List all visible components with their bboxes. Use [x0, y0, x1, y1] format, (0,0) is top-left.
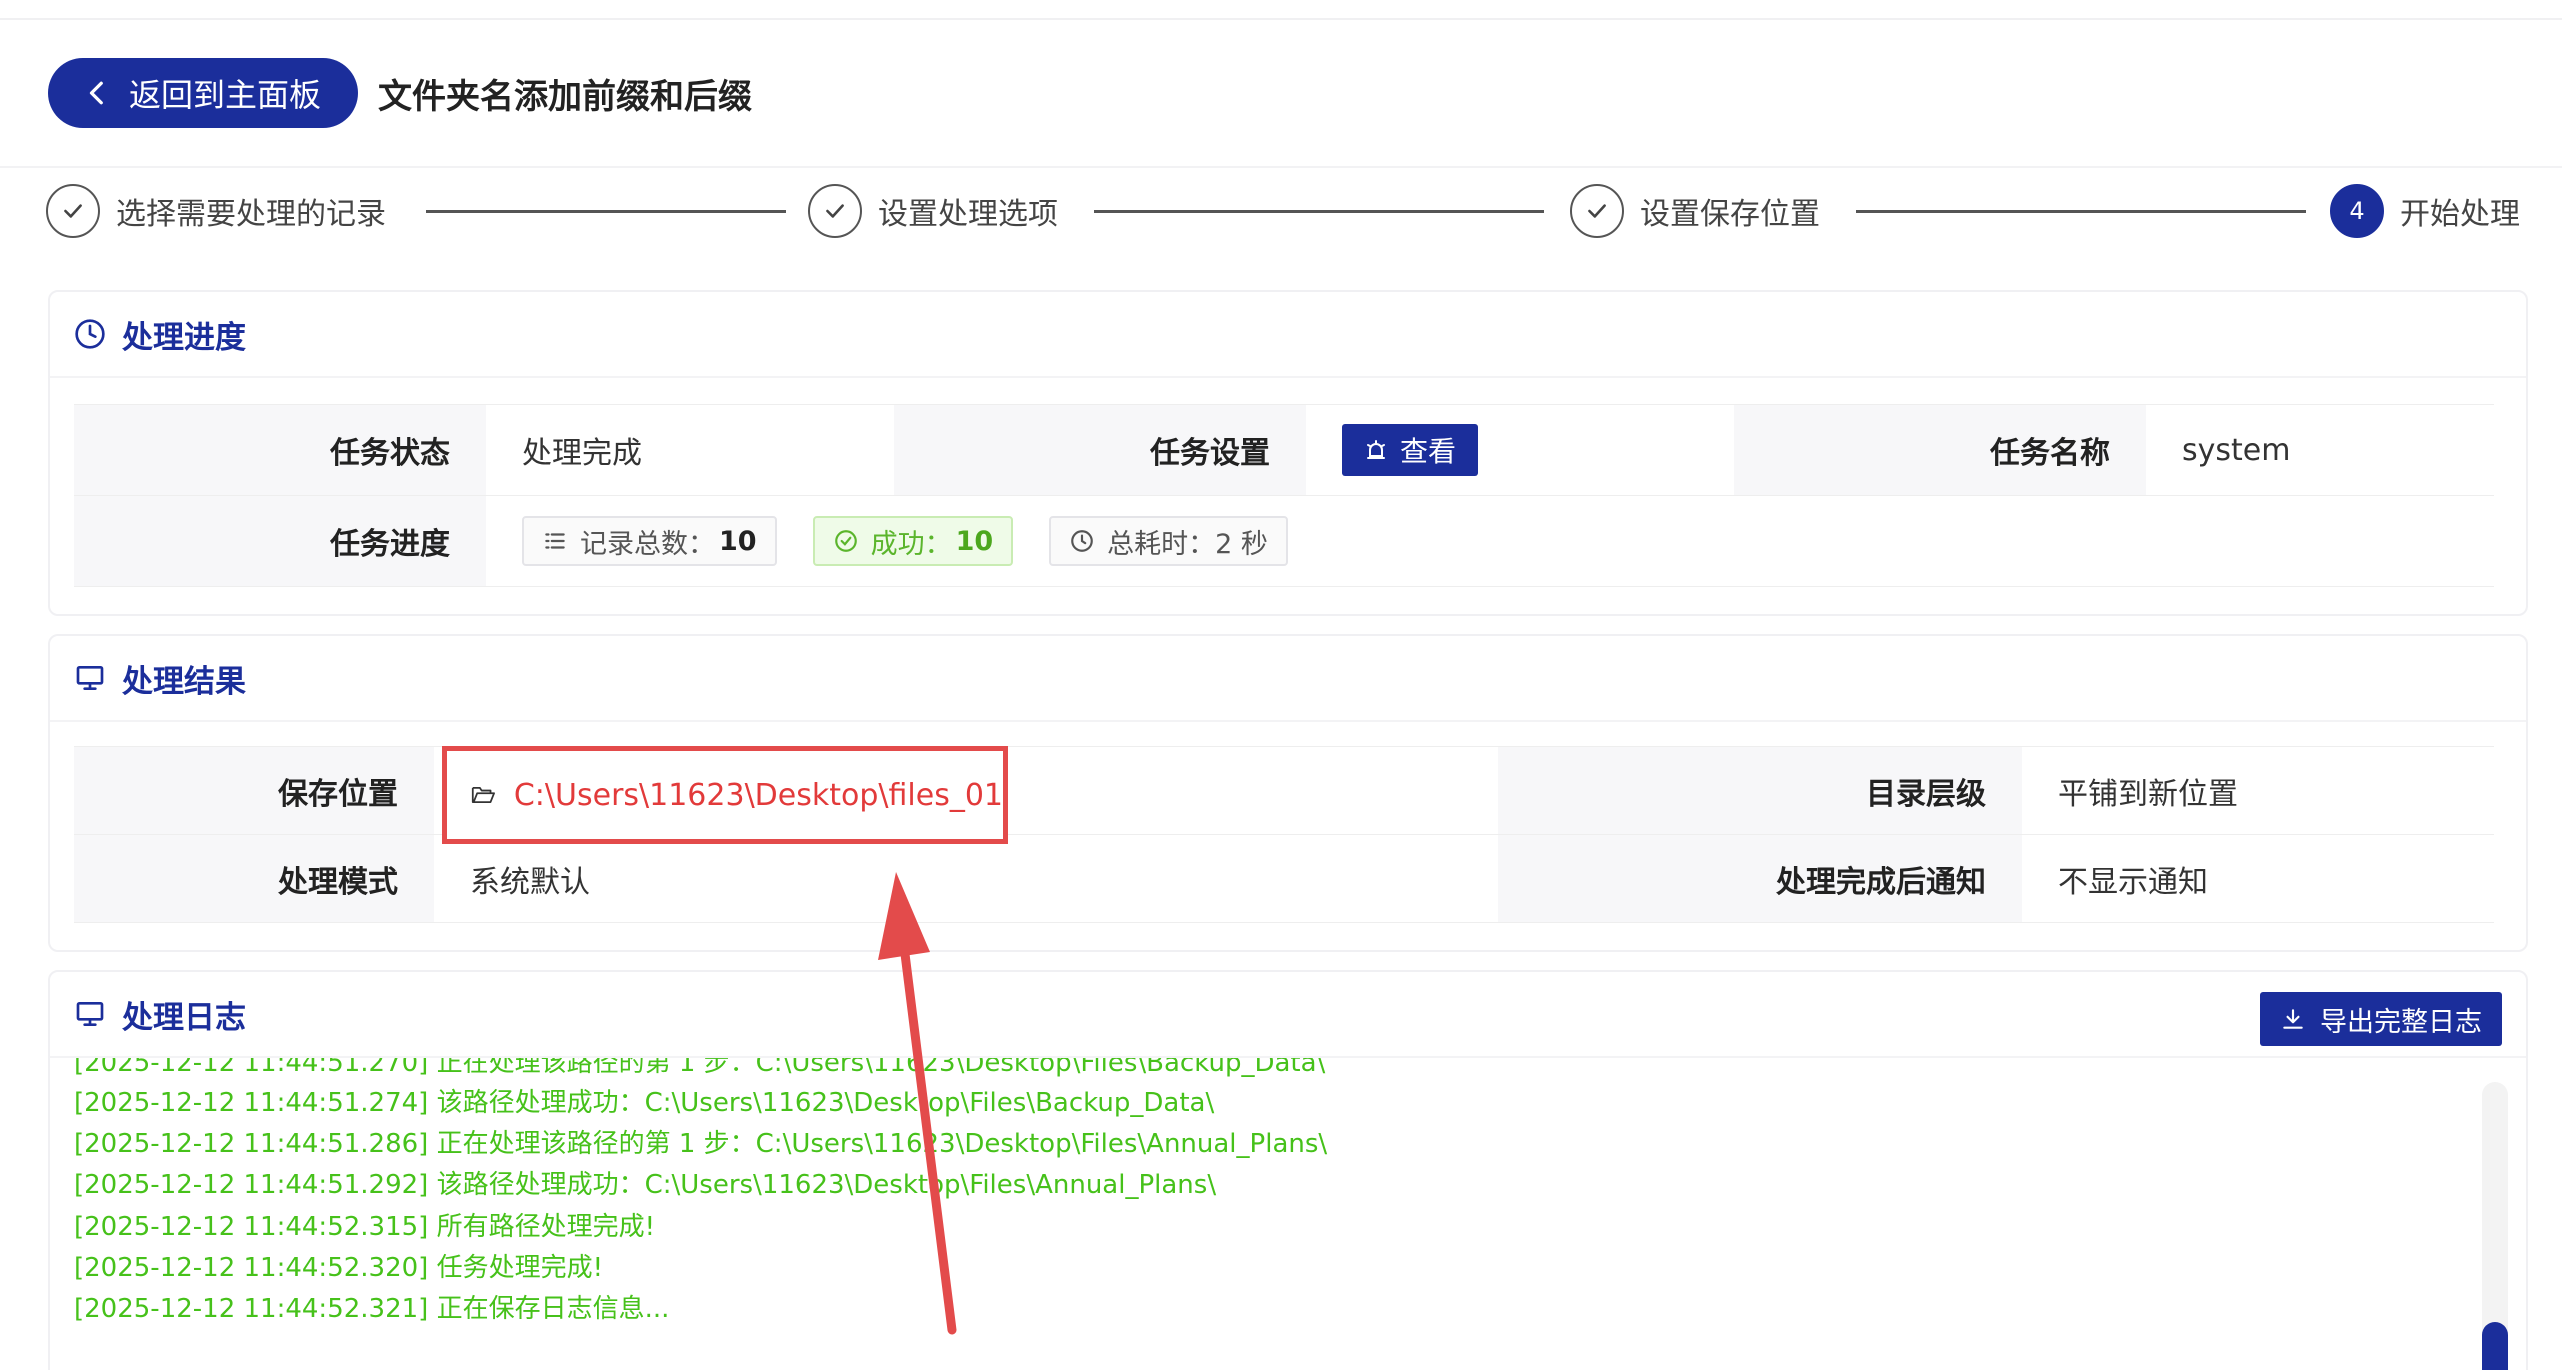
page-header: 返回到主面板 文件夹名添加前缀和后缀 [48, 58, 752, 128]
step-number-badge: 4 [2330, 184, 2384, 238]
result-card: 处理结果 保存位置 目录层级 平铺到新位置 处理模式 系统默认 处理完成后通知 … [48, 634, 2528, 952]
list-icon [545, 533, 565, 549]
total-records-label: 记录总数： [580, 528, 715, 560]
total-time-tag: 总耗时：2 秒 [1049, 516, 1288, 566]
task-status-value: 处理完成 [486, 405, 894, 496]
log-line: [2025-12-12 11:44:51.286] 正在处理该路径的第 1 步：… [74, 1129, 1328, 1159]
step-connector [1094, 210, 1544, 213]
total-records-tag: 记录总数： 10 [522, 516, 777, 566]
result-card-header: 处理结果 [50, 636, 2526, 722]
step-check-icon [1570, 184, 1624, 238]
step-check-icon [46, 184, 100, 238]
log-line: [2025-12-12 11:44:51.270] 正在处理该路径的第 1 步：… [74, 1058, 1326, 1078]
page-title: 文件夹名添加前缀和后缀 [378, 76, 752, 117]
total-records-value: 10 [719, 525, 757, 557]
step-check-icon [808, 184, 862, 238]
step-label: 设置保存位置 [1640, 197, 1820, 232]
export-log-button[interactable]: 导出完整日志 [2260, 992, 2502, 1046]
directory-level-label: 目录层级 [1498, 747, 2022, 835]
download-icon [2283, 1009, 2303, 1029]
task-settings-label: 任务设置 [894, 405, 1306, 496]
progress-card: 处理进度 任务状态 处理完成 任务设置 查看 任务名称 system 任务进度 … [48, 290, 2528, 616]
success-value: 10 [955, 525, 994, 557]
folder-open-icon [471, 787, 495, 803]
step-start-processing[interactable]: 4 开始处理 [2330, 180, 2520, 242]
log-card-title: 处理日志 [122, 999, 246, 1036]
save-location-path: C:\Users\11623\Desktop\files_01 [513, 777, 1003, 813]
log-scrollbar[interactable] [2482, 1082, 2508, 1370]
export-log-label: 导出完整日志 [2320, 1006, 2482, 1038]
total-time-text: 总耗时：2 秒 [1107, 528, 1268, 560]
back-button-label: 返回到主面板 [128, 76, 321, 114]
log-card-header: 处理日志 [50, 972, 2526, 1058]
progress-card-title: 处理进度 [122, 319, 246, 356]
task-name-label: 任务名称 [1734, 405, 2146, 496]
process-mode-label: 处理模式 [74, 835, 434, 923]
result-row-2: 处理模式 系统默认 处理完成后通知 不显示通知 [74, 835, 2494, 923]
step-label: 选择需要处理的记录 [116, 197, 386, 232]
log-line: [2025-12-12 11:44:51.292] 该路径处理成功：C:\Use… [74, 1170, 1217, 1200]
log-line: [2025-12-12 11:44:51.274] 该路径处理成功：C:\Use… [74, 1088, 1215, 1118]
log-line: [2025-12-12 11:44:52.320] 任务处理完成! [74, 1253, 604, 1283]
top-border [0, 18, 2562, 20]
back-to-dashboard-button[interactable]: 返回到主面板 [48, 58, 358, 128]
view-settings-button[interactable]: 查看 [1342, 424, 1478, 476]
monitor-icon [76, 666, 104, 690]
log-line: [2025-12-12 11:44:52.321] 正在保存日志信息... [74, 1294, 670, 1324]
step-select-records[interactable]: 选择需要处理的记录 [46, 180, 386, 242]
progress-card-header: 处理进度 [50, 292, 2526, 378]
check-circle-icon [834, 530, 857, 552]
directory-level-value: 平铺到新位置 [2022, 747, 2494, 835]
log-scrollbar-thumb[interactable] [2482, 1322, 2508, 1370]
result-row-1: 保存位置 目录层级 平铺到新位置 [74, 747, 2494, 835]
notify-value: 不显示通知 [2022, 835, 2494, 923]
view-button-label: 查看 [1399, 435, 1456, 468]
progress-row-2: 任务进度 记录总数： 10 成功： 10 总耗时：2 秒 [74, 496, 2494, 587]
chevron-left-icon [89, 81, 103, 105]
step-connector [426, 210, 786, 213]
step-save-location[interactable]: 设置保存位置 [1570, 180, 1820, 242]
progress-table: 任务状态 处理完成 任务设置 查看 任务名称 system 任务进度 记录总数：… [74, 404, 2494, 587]
clock-icon [1071, 530, 1093, 552]
clock-icon [75, 319, 105, 349]
step-connector [1856, 210, 2306, 213]
save-location-link[interactable]: C:\Users\11623\Desktop\files_01 [442, 746, 1008, 844]
log-card: 处理日志 导出完整日志 [2025-12-12 11:44:51.270] 正在… [48, 970, 2528, 1370]
header-divider [0, 166, 2562, 168]
alarm-icon [1366, 440, 1385, 459]
log-line: [2025-12-12 11:44:52.315] 所有路径处理完成! [74, 1212, 656, 1242]
task-settings-cell: 查看 [1306, 405, 1734, 496]
save-location-label: 保存位置 [74, 747, 434, 835]
monitor-icon [76, 1002, 104, 1026]
task-progress-tags: 记录总数： 10 成功： 10 总耗时：2 秒 [486, 496, 2494, 587]
task-status-label: 任务状态 [74, 405, 486, 496]
result-table: 保存位置 目录层级 平铺到新位置 处理模式 系统默认 处理完成后通知 不显示通知 [74, 746, 2494, 923]
result-card-title: 处理结果 [122, 663, 246, 700]
success-label: 成功： [870, 528, 952, 560]
process-mode-value: 系统默认 [434, 835, 1498, 923]
step-label: 开始处理 [2400, 197, 2520, 232]
success-tag: 成功： 10 [812, 516, 1014, 566]
log-output[interactable]: [2025-12-12 11:44:51.270] 正在处理该路径的第 1 步：… [74, 1058, 2474, 1348]
task-progress-label: 任务进度 [74, 496, 486, 587]
progress-row-1: 任务状态 处理完成 任务设置 查看 任务名称 system [74, 405, 2494, 496]
notify-label: 处理完成后通知 [1498, 835, 2022, 923]
step-label: 设置处理选项 [878, 197, 1058, 232]
task-name-value: system [2146, 405, 2494, 496]
stepper: 选择需要处理的记录 设置处理选项 设置保存位置 4 开始处理 [46, 180, 2536, 242]
step-process-options[interactable]: 设置处理选项 [808, 180, 1058, 242]
